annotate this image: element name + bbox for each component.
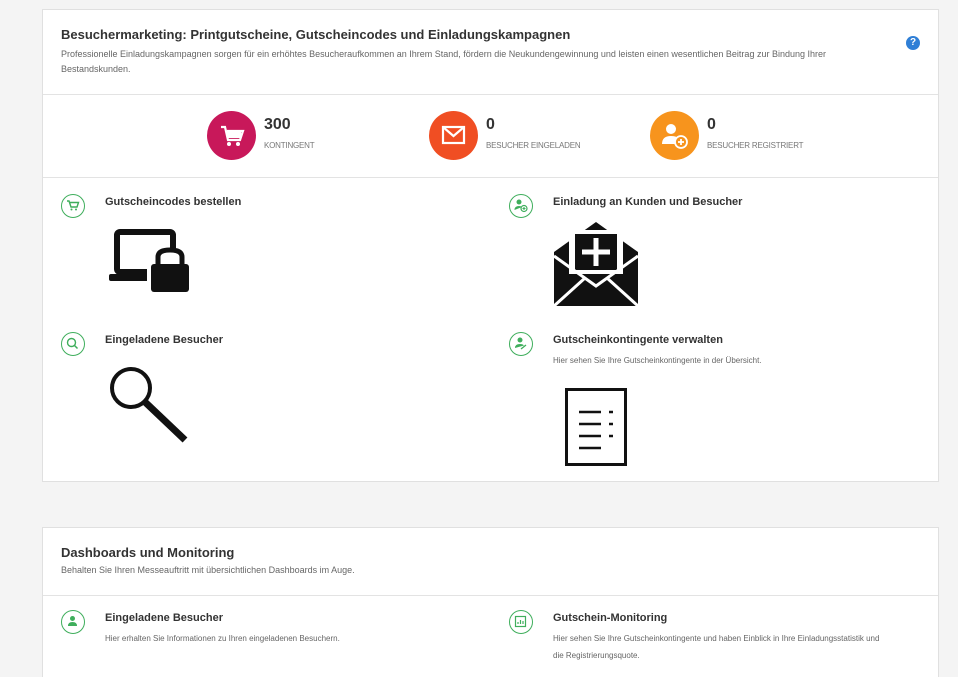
tile-title: Gutschein-Monitoring: [553, 612, 668, 624]
marketing-title: Besuchermarketing: Printgutscheine, Guts…: [61, 27, 571, 42]
cart-icon: [61, 194, 85, 218]
stat-value: 0: [707, 116, 716, 133]
tile-description: Hier sehen Sie Ihre Gutscheinkontingente…: [553, 634, 880, 660]
tile-title: Einladung an Kunden und Besucher: [553, 196, 743, 208]
magnifier-icon: [109, 366, 189, 449]
stats-bar: 300 KONTINGENT 0 BESUCHER EINGELADEN 0 B…: [43, 95, 938, 178]
tile-title: Gutscheincodes bestellen: [105, 196, 242, 208]
tile-description: Hier erhalten Sie Informationen zu Ihren…: [105, 634, 340, 643]
monitoring-description: Behalten Sie Ihren Messeauftritt mit übe…: [61, 565, 355, 575]
marketing-panel: Besuchermarketing: Printgutscheine, Guts…: [42, 9, 939, 482]
monitoring-title: Dashboards und Monitoring: [61, 545, 235, 560]
help-icon[interactable]: ?: [906, 36, 920, 50]
tile-title: Eingeladene Besucher: [105, 334, 223, 346]
tile-gutscheincodes-bestellen[interactable]: Gutscheincodes bestellen: [61, 194, 481, 324]
tile-description: Hier sehen Sie Ihre Gutscheinkontingente…: [553, 356, 762, 365]
user-icon: [61, 610, 85, 634]
tile-title: Gutscheinkontingente verwalten: [553, 334, 723, 346]
monitoring-header: Dashboards und Monitoring Behalten Sie I…: [43, 528, 938, 596]
stat-label: KONTINGENT: [264, 141, 315, 150]
tile-gutschein-monitoring[interactable]: Gutschein-Monitoring Hier sehen Sie Ihre…: [509, 610, 929, 670]
devices-lock-icon: [107, 228, 193, 299]
cart-icon: [207, 111, 256, 160]
stat-label: BESUCHER REGISTRIERT: [707, 141, 804, 150]
tile-gutscheinkontingente-verwalten[interactable]: Gutscheinkontingente verwalten Hier sehe…: [509, 332, 929, 472]
tile-einladung[interactable]: Einladung an Kunden und Besucher: [509, 194, 929, 324]
envelope-plus-icon: [552, 222, 640, 311]
stat-value: 0: [486, 116, 495, 133]
envelope-icon: [429, 111, 478, 160]
search-icon: [61, 332, 85, 356]
user-add-icon: [650, 111, 699, 160]
chart-icon: [509, 610, 533, 634]
stat-label: BESUCHER EINGELADEN: [486, 141, 581, 150]
marketing-description: Professionelle Einladungskampagnen sorge…: [61, 49, 826, 74]
tile-title: Eingeladene Besucher: [105, 612, 223, 624]
user-add-icon: [509, 194, 533, 218]
stat-value: 300: [264, 116, 291, 133]
marketing-header: Besuchermarketing: Printgutscheine, Guts…: [43, 10, 938, 95]
monitoring-panel: Dashboards und Monitoring Behalten Sie I…: [42, 527, 939, 677]
user-edit-icon: [509, 332, 533, 356]
tile-monitoring-besucher[interactable]: Eingeladene Besucher Hier erhalten Sie I…: [61, 610, 481, 670]
document-list-icon: [565, 388, 627, 471]
tile-eingeladene-besucher[interactable]: Eingeladene Besucher: [61, 332, 481, 462]
